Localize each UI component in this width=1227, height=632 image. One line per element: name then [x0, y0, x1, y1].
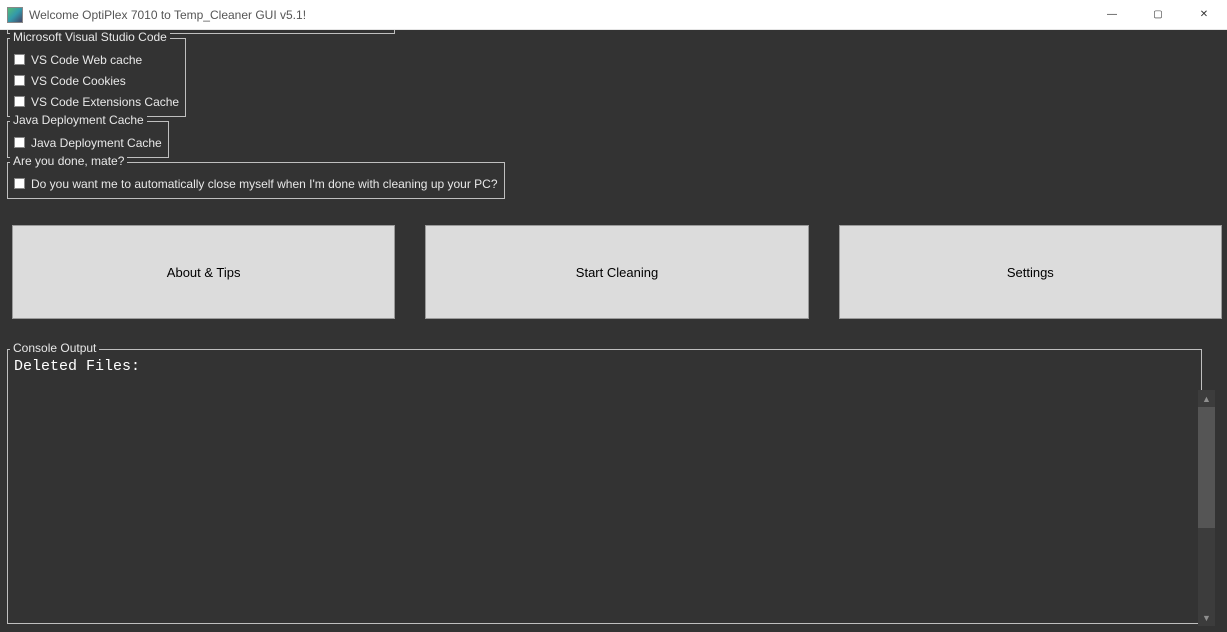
- checkbox-label: Java Deployment Cache: [31, 136, 162, 150]
- group-java: Java Deployment Cache Java Deployment Ca…: [7, 121, 169, 158]
- checkbox-label: VS Code Web cache: [31, 53, 142, 67]
- checkbox-label: Do you want me to automatically close my…: [31, 177, 498, 191]
- about-tips-button[interactable]: About & Tips: [12, 225, 395, 319]
- titlebar: Welcome OptiPlex 7010 to Temp_Cleaner GU…: [0, 0, 1227, 30]
- group-vscode-legend: Microsoft Visual Studio Code: [10, 30, 170, 44]
- checkbox-icon[interactable]: [14, 178, 25, 189]
- checkbox-label: VS Code Cookies: [31, 74, 126, 88]
- checkbox-auto-close[interactable]: Do you want me to automatically close my…: [14, 173, 498, 194]
- checkbox-vscode-extensions-cache[interactable]: VS Code Extensions Cache: [14, 91, 179, 112]
- scroll-track[interactable]: [1198, 407, 1215, 609]
- group-vscode: Microsoft Visual Studio Code VS Code Web…: [7, 38, 186, 117]
- group-console-legend: Console Output: [10, 341, 99, 355]
- window-title: Welcome OptiPlex 7010 to Temp_Cleaner GU…: [29, 8, 1089, 22]
- scroll-up-arrow-icon[interactable]: ▲: [1198, 390, 1215, 407]
- checkbox-icon[interactable]: [14, 137, 25, 148]
- checkbox-icon[interactable]: [14, 54, 25, 65]
- group-console-output: Console Output Deleted Files:: [7, 349, 1202, 624]
- checkbox-java-deployment-cache[interactable]: Java Deployment Cache: [14, 132, 162, 153]
- settings-button[interactable]: Settings: [839, 225, 1222, 319]
- checkbox-icon[interactable]: [14, 96, 25, 107]
- scroll-down-arrow-icon[interactable]: ▼: [1198, 609, 1215, 626]
- start-cleaning-button[interactable]: Start Cleaning: [425, 225, 808, 319]
- group-java-legend: Java Deployment Cache: [10, 113, 147, 127]
- minimize-button[interactable]: —: [1089, 0, 1135, 29]
- checkbox-label: VS Code Extensions Cache: [31, 95, 179, 109]
- group-done: Are you done, mate? Do you want me to au…: [7, 162, 505, 199]
- main-button-row: About & Tips Start Cleaning Settings: [7, 207, 1227, 327]
- checkbox-vscode-cookies[interactable]: VS Code Cookies: [14, 70, 179, 91]
- maximize-button[interactable]: ▢: [1135, 0, 1181, 29]
- console-output-text: Deleted Files:: [12, 358, 1197, 619]
- group-done-legend: Are you done, mate?: [10, 154, 127, 168]
- window-controls: — ▢ ✕: [1089, 0, 1227, 29]
- client-area: Microsoft Visual Studio Code VS Code Web…: [0, 30, 1227, 632]
- close-button[interactable]: ✕: [1181, 0, 1227, 29]
- app-icon: [7, 7, 23, 23]
- console-scrollbar[interactable]: ▲ ▼: [1198, 390, 1215, 626]
- checkbox-vscode-web-cache[interactable]: VS Code Web cache: [14, 49, 179, 70]
- scroll-thumb[interactable]: [1198, 407, 1215, 528]
- checkbox-icon[interactable]: [14, 75, 25, 86]
